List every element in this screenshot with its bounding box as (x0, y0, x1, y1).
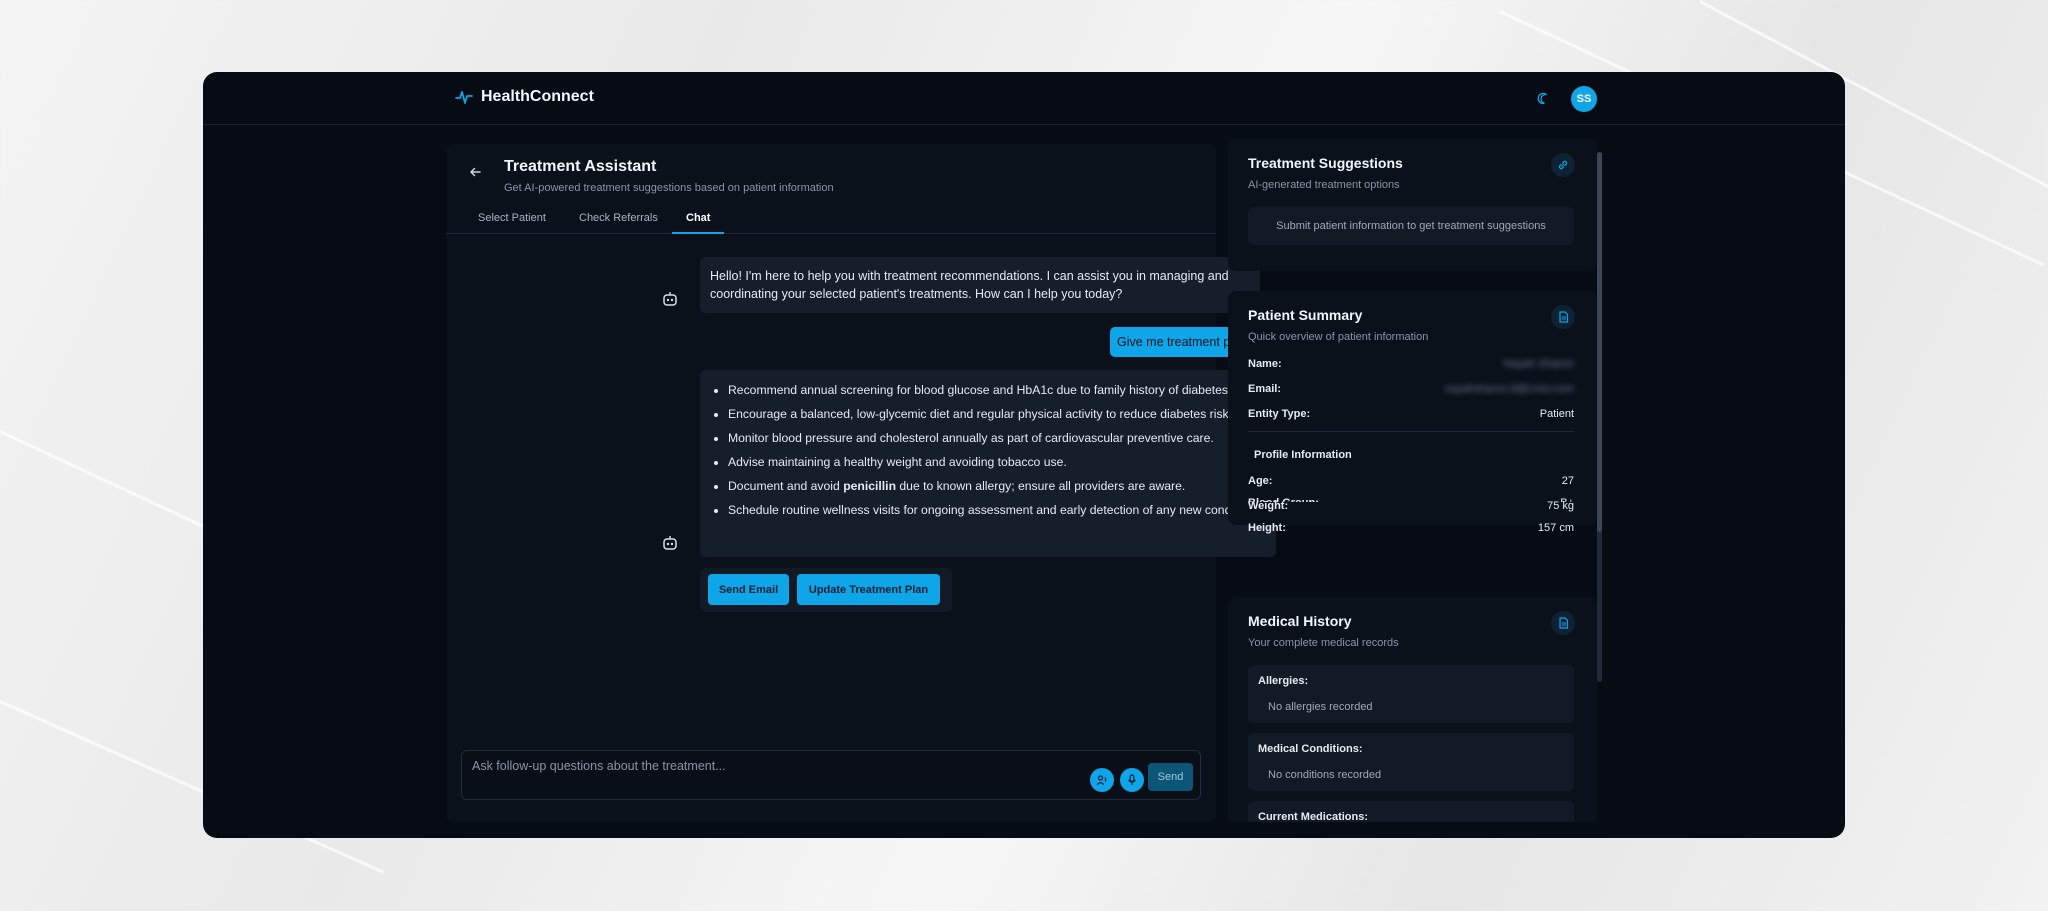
document-icon (1558, 311, 1568, 323)
suggestions-empty-state: Submit patient information to get treatm… (1248, 207, 1574, 245)
back-arrow-icon[interactable] (468, 165, 482, 179)
field-label: Age: (1248, 475, 1273, 487)
bot-icon (663, 536, 677, 550)
page-title: Treatment Assistant (504, 158, 657, 175)
medical-conditions-value: No conditions recorded (1268, 769, 1382, 781)
medical-history-card: Medical History Your complete medical re… (1228, 597, 1597, 822)
app-name: HealthConnect (481, 88, 594, 105)
tab-bar: Select Patient Check Referrals Chat (446, 206, 1216, 234)
plan-item-text: Document and avoid (728, 479, 844, 493)
field-label: Email: (1248, 383, 1282, 395)
weight-value: 75 kg (1547, 500, 1574, 512)
plan-actions: Send Email Update Treatment Plan (700, 568, 952, 612)
user-avatar[interactable]: SS (1571, 86, 1597, 112)
summary-row-age: Age: 27 (1248, 475, 1574, 491)
app-window: HealthConnect SS Treatment Assistant Get… (203, 72, 1845, 838)
allergies-label: Allergies: (1258, 675, 1309, 687)
treatment-suggestions-card: Treatment Suggestions AI-generated treat… (1228, 139, 1597, 271)
heartbeat-icon (455, 91, 473, 104)
summary-row-email: Email: nayahsharon.9@cmw.com (1248, 383, 1574, 399)
current-medications-label: Current Medications: (1258, 811, 1369, 822)
patient-name-value: Nayah Sharon (1503, 358, 1574, 370)
allergen-highlight: penicillin (843, 479, 897, 493)
card-title: Treatment Suggestions (1248, 155, 1403, 171)
chat-input[interactable]: Ask follow-up questions about the treatm… (461, 750, 1201, 800)
plan-item: Schedule routine wellness visits for ong… (728, 502, 1266, 519)
update-treatment-plan-button[interactable]: Update Treatment Plan (797, 574, 940, 605)
person-voice-icon (1096, 775, 1107, 786)
link-icon (1558, 160, 1568, 170)
medical-conditions-section: Medical Conditions: No conditions record… (1248, 733, 1574, 791)
bot-icon (663, 292, 677, 306)
voice-chat-button[interactable] (1090, 768, 1114, 792)
summary-row-entity-type: Entity Type: Patient (1248, 408, 1574, 424)
card-subtitle: Your complete medical records (1248, 637, 1399, 649)
card-title: Patient Summary (1248, 307, 1363, 323)
right-panel-scrollbar[interactable] (1597, 152, 1602, 682)
bot-message-greeting: Hello! I'm here to help you with treatme… (700, 257, 1260, 313)
microphone-icon (1128, 774, 1136, 785)
tab-check-referrals[interactable]: Check Referrals (579, 212, 658, 224)
document-button[interactable] (1551, 611, 1575, 635)
patient-summary-card: Patient Summary Quick overview of patien… (1228, 291, 1597, 509)
plan-item: Advise maintaining a healthy weight and … (728, 454, 1266, 471)
field-label: Height: (1248, 522, 1286, 534)
send-email-button[interactable]: Send Email (708, 574, 789, 605)
scrollbar-thumb[interactable] (1597, 152, 1602, 532)
document-button[interactable] (1551, 305, 1575, 329)
treatment-plan-list: Recommend annual screening for blood glu… (728, 382, 1266, 519)
entity-type-value: Patient (1539, 408, 1574, 420)
page-subtitle: Get AI-powered treatment suggestions bas… (504, 182, 834, 194)
patient-email-value: nayahsharon.9@cmw.com (1444, 383, 1574, 395)
field-label: Name: (1248, 358, 1282, 370)
plan-item-text: due to known allergy; ensure all provide… (896, 479, 1186, 493)
allergies-section: Allergies: No allergies recorded (1248, 665, 1574, 723)
divider (1248, 431, 1574, 432)
allergies-value: No allergies recorded (1268, 701, 1373, 713)
summary-row-weight: Weight: 75 kg (1248, 500, 1574, 516)
active-tab-indicator (672, 232, 724, 234)
top-navbar: HealthConnect SS (203, 72, 1845, 125)
field-label: Entity Type: (1248, 408, 1311, 420)
link-button[interactable] (1551, 153, 1575, 177)
height-value: 157 cm (1537, 522, 1574, 534)
age-value: 27 (1561, 475, 1574, 487)
card-subtitle: AI-generated treatment options (1248, 179, 1400, 191)
medical-conditions-label: Medical Conditions: (1258, 743, 1363, 755)
plan-item: Monitor blood pressure and cholesterol a… (728, 430, 1266, 447)
plan-item: Recommend annual screening for blood glu… (728, 382, 1266, 399)
document-icon (1558, 617, 1568, 629)
send-button[interactable]: Send (1148, 763, 1193, 791)
current-medications-section: Current Medications: (1248, 801, 1574, 822)
summary-row-name: Name: Nayah Sharon (1248, 358, 1574, 374)
bot-message-plan: Recommend annual screening for blood glu… (700, 370, 1276, 557)
app-logo[interactable]: HealthConnect (455, 88, 594, 106)
field-label: Weight: (1248, 500, 1289, 512)
chat-input-placeholder: Ask follow-up questions about the treatm… (472, 759, 726, 773)
plan-item: Document and avoid penicillin due to kno… (728, 478, 1266, 495)
card-title: Medical History (1248, 613, 1352, 629)
plan-item: Encourage a balanced, low-glycemic diet … (728, 406, 1266, 423)
microphone-button[interactable] (1120, 768, 1144, 792)
tab-select-patient[interactable]: Select Patient (478, 212, 546, 224)
theme-toggle-button[interactable] (1537, 92, 1553, 108)
profile-information-heading: Profile Information (1254, 449, 1352, 461)
card-subtitle: Quick overview of patient information (1248, 331, 1429, 343)
tab-chat[interactable]: Chat (686, 212, 710, 224)
summary-row-height: Height: 157 cm (1248, 522, 1574, 538)
moon-icon (1537, 92, 1547, 105)
